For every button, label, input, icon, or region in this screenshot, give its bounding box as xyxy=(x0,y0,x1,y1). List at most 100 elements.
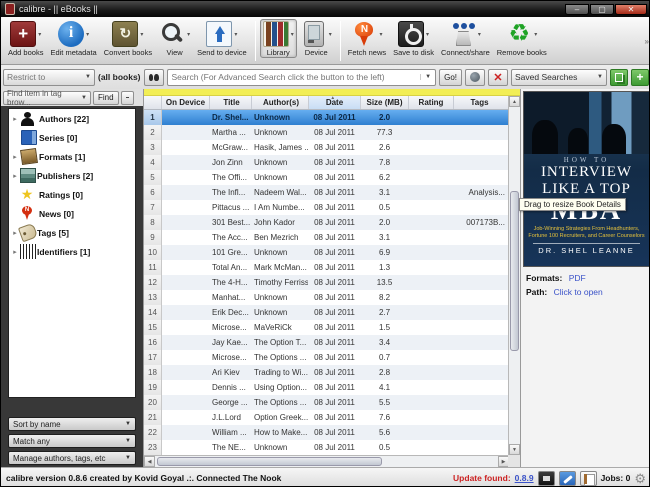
book-cover[interactable]: HOW TO INTERVIEW LIKE A TOP MBA Job-Winn… xyxy=(523,91,650,267)
vertical-scrollbar[interactable]: ▲ ▼ xyxy=(508,96,520,455)
format-pdf-link[interactable]: PDF xyxy=(569,273,586,283)
dropdown-arrow-icon[interactable]: ▾ xyxy=(426,31,429,38)
tag-browser-config-button[interactable] xyxy=(121,91,134,105)
minimize-button[interactable]: – xyxy=(565,4,589,15)
table-row[interactable]: 23The NE...Unknown08 Jul 20110.5 xyxy=(144,440,509,455)
toolbar-button-send-to-device[interactable]: ▾Send to device xyxy=(194,19,250,58)
clear-search-button[interactable]: ✕ xyxy=(488,69,508,86)
table-row[interactable]: 21J.L.LordOption Greek...08 Jul 20117.6 xyxy=(144,410,509,425)
table-row[interactable]: 11Total An...Mark McMan...08 Jul 20111.3 xyxy=(144,260,509,275)
toolbar-button-convert-books[interactable]: ▾Convert books xyxy=(101,19,155,58)
table-row[interactable]: 3McGraw...Hasik, James ...08 Jul 20112.6 xyxy=(144,140,509,155)
column-header-size-mb-[interactable]: Size (MB) xyxy=(361,96,409,109)
table-row[interactable]: 6The Infl...Nadeem Wal...08 Jul 20113.1A… xyxy=(144,185,509,200)
table-row[interactable]: 4Jon ZinnUnknown08 Jul 20117.8 xyxy=(144,155,509,170)
table-row[interactable]: 1Dr. Shel...Unknown08 Jul 20112.0 xyxy=(144,110,509,125)
sidebar-item-formats[interactable]: ▸Formats [1] xyxy=(9,147,135,166)
toggle-book-details-button[interactable] xyxy=(580,471,597,486)
sidebar-item-authors[interactable]: ▸Authors [22] xyxy=(9,109,135,128)
toolbar-button-edit-metadata[interactable]: ▾Edit metadata xyxy=(47,19,99,58)
update-version-link[interactable]: 0.8.9 xyxy=(515,473,534,483)
table-row[interactable]: 17Microse...The Options ...08 Jul 20110.… xyxy=(144,350,509,365)
dropdown-arrow-icon[interactable]: ▾ xyxy=(329,31,332,38)
expand-chevron-icon[interactable]: ▸ xyxy=(11,115,19,123)
search-option-button[interactable] xyxy=(465,69,485,86)
column-header-on-device[interactable]: On Device xyxy=(162,96,210,109)
saved-searches-select[interactable]: Saved Searches ▼ xyxy=(511,69,607,86)
match-any-button[interactable]: Match any ▼ xyxy=(8,434,136,448)
column-header-date[interactable]: Date▴ xyxy=(309,96,361,109)
dropdown-arrow-icon[interactable]: ▾ xyxy=(291,31,294,38)
path-open-link[interactable]: Click to open xyxy=(554,287,603,297)
advanced-search-button[interactable] xyxy=(144,69,164,86)
column-header-author-s-[interactable]: Author(s) xyxy=(252,96,309,109)
expand-chevron-icon[interactable]: ▸ xyxy=(11,248,19,256)
table-row[interactable]: 2Martha ...Unknown08 Jul 201177.3 xyxy=(144,125,509,140)
toolbar-button-connect-share[interactable]: ▾Connect/share xyxy=(438,19,493,58)
dropdown-arrow-icon[interactable]: ▾ xyxy=(187,31,190,38)
toolbar-overflow-icon[interactable]: » xyxy=(645,37,649,46)
dropdown-arrow-icon[interactable]: ▾ xyxy=(379,31,382,38)
dropdown-arrow-icon[interactable]: ▾ xyxy=(38,31,41,38)
jobs-indicator[interactable]: Jobs: 0 xyxy=(601,473,631,483)
table-row[interactable]: 7Pittacus ...I Am Numbe...08 Jul 20110.5 xyxy=(144,200,509,215)
dropdown-arrow-icon[interactable]: ▾ xyxy=(234,31,237,38)
toggle-cover-browser-button[interactable] xyxy=(538,471,555,486)
jobs-spinner-icon[interactable]: ⚙ xyxy=(634,471,646,486)
table-row[interactable]: 9The Acc...Ben Mezrich08 Jul 20113.1 xyxy=(144,230,509,245)
toolbar-button-view[interactable]: ▾View xyxy=(156,19,193,58)
dropdown-arrow-icon[interactable]: ▾ xyxy=(534,31,537,38)
toolbar-button-remove-books[interactable]: ▾Remove books xyxy=(494,19,550,58)
table-row[interactable]: 10101 Gre...Unknown08 Jul 20116.9 xyxy=(144,245,509,260)
find-button[interactable]: Find xyxy=(93,91,119,105)
column-header-rating[interactable]: Rating xyxy=(409,96,454,109)
table-row[interactable]: 5The Offi...Unknown08 Jul 20116.2 xyxy=(144,170,509,185)
toggle-tag-browser-button[interactable] xyxy=(559,471,576,486)
dropdown-arrow-icon[interactable]: ▾ xyxy=(86,31,89,38)
expand-chevron-icon[interactable]: ▸ xyxy=(11,172,19,180)
copy-search-button[interactable] xyxy=(610,69,628,86)
search-input[interactable] xyxy=(168,72,421,82)
go-button[interactable]: Go! xyxy=(439,69,462,86)
toolbar-button-library[interactable]: ▾Library xyxy=(260,19,297,58)
close-button[interactable]: ✕ xyxy=(615,4,647,15)
restrict-to-select[interactable]: Restrict to ▼ xyxy=(3,69,95,86)
table-row[interactable]: 18Ari KievTrading to Wi...08 Jul 20112.8 xyxy=(144,365,509,380)
scroll-left-icon[interactable]: ◀ xyxy=(144,456,155,467)
table-row[interactable]: 13Manhat...Unknown08 Jul 20118.2 xyxy=(144,290,509,305)
sidebar-item-ratings[interactable]: Ratings [0] xyxy=(9,185,135,204)
toolbar-button-fetch-news[interactable]: ▾Fetch news xyxy=(345,19,389,58)
sidebar-item-series[interactable]: Series [0] xyxy=(9,128,135,147)
sidebar-item-identifiers[interactable]: ▸Identifiers [1] xyxy=(9,242,135,261)
scroll-up-icon[interactable]: ▲ xyxy=(509,96,520,107)
table-row[interactable]: 12The 4-H...Timothy Ferriss08 Jul 201113… xyxy=(144,275,509,290)
dropdown-arrow-icon[interactable]: ▾ xyxy=(478,31,481,38)
toolbar-button-add-books[interactable]: ▾Add books xyxy=(5,19,46,58)
table-row[interactable]: 16Jay Kae...The Option T...08 Jul 20113.… xyxy=(144,335,509,350)
column-header-title[interactable]: Title xyxy=(210,96,252,109)
scroll-down-icon[interactable]: ▼ xyxy=(509,444,520,455)
toolbar-button-save-to-disk[interactable]: ▾Save to disk xyxy=(390,19,437,58)
table-row[interactable]: 14Erik Dec...Unknown08 Jul 20112.7 xyxy=(144,305,509,320)
horizontal-scrollbar[interactable]: ◀ ▶ xyxy=(144,455,509,467)
table-row[interactable]: 8301 Best...John Kador08 Jul 20112.00071… xyxy=(144,215,509,230)
horizontal-scrollbar-thumb[interactable] xyxy=(157,457,382,466)
search-history-chevron-icon[interactable]: ▼ xyxy=(420,74,435,80)
save-search-button[interactable]: + xyxy=(631,69,649,86)
manage-authors-tags-button[interactable]: Manage authors, tags, etc ▼ xyxy=(8,451,136,465)
table-row[interactable]: 22William ...How to Make...08 Jul 20115.… xyxy=(144,425,509,440)
expand-chevron-icon[interactable]: ▸ xyxy=(11,153,19,161)
table-row[interactable]: 15Microse...MaVeRiCk08 Jul 20111.5 xyxy=(144,320,509,335)
maximize-button[interactable]: ▢ xyxy=(590,4,614,15)
column-header-tags[interactable]: Tags xyxy=(454,96,509,109)
sidebar-item-tags[interactable]: ▸Tags [5] xyxy=(9,223,135,242)
find-item-select[interactable]: Find item in tag brow... ▼ xyxy=(3,91,91,105)
table-row[interactable]: 20George ...The Options ...08 Jul 20115.… xyxy=(144,395,509,410)
dropdown-arrow-icon[interactable]: ▾ xyxy=(140,31,143,38)
table-row[interactable]: 19Dennis ...Using Option...08 Jul 20114.… xyxy=(144,380,509,395)
toolbar-button-device[interactable]: ▾Device xyxy=(298,19,335,58)
vertical-scrollbar-thumb[interactable] xyxy=(510,191,519,351)
sidebar-item-news[interactable]: News [0] xyxy=(9,204,135,223)
sort-by-name-button[interactable]: Sort by name ▼ xyxy=(8,417,136,431)
sidebar-item-publishers[interactable]: ▸Publishers [2] xyxy=(9,166,135,185)
